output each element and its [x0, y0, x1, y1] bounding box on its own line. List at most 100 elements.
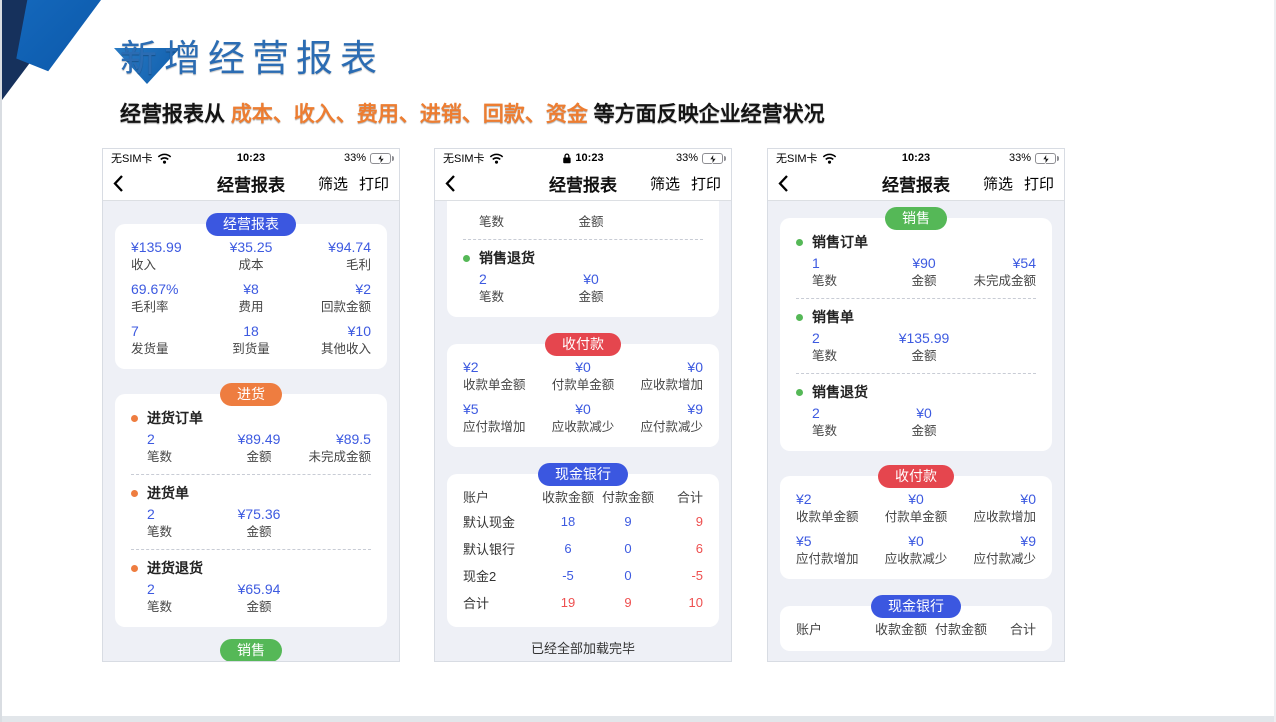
phone-screenshot-3: 无SIM卡 10:23 33% 经营报表 筛选 打印 销售 销售订单 — [767, 148, 1065, 662]
nav-bar: 经营报表 筛选 打印 — [768, 167, 1064, 201]
page-title: 新增经营报表 — [120, 28, 384, 82]
section-payments: 收付款 ¥2收款单金额 ¥0付款单金额 ¥0应收款增加 ¥5应付款增加 ¥0应收… — [780, 465, 1052, 579]
slide-bottom-border — [2, 716, 1274, 722]
battery-percent-label: 33% — [1009, 152, 1031, 164]
stat-cell: ¥10其他收入 — [291, 322, 371, 358]
table-total-row: 合计 19 9 10 — [463, 589, 703, 616]
carrier-label: 无SIM卡 — [111, 150, 153, 166]
bullet-dot-icon — [796, 314, 803, 321]
section-cashbank: 现金银行 账户 收款金额 付款金额 合计 默认现金 18 9 9 — [447, 463, 719, 627]
section-pill-payments: 收付款 — [878, 465, 954, 488]
wifi-icon — [157, 153, 172, 164]
table-row: 默认银行 6 0 6 — [463, 535, 703, 562]
nav-bar: 经营报表 筛选 打印 — [103, 167, 399, 201]
stat-cell: 69.67%毛利率 — [131, 280, 211, 316]
bullet-dot-icon — [131, 490, 138, 497]
dashed-divider — [463, 239, 703, 240]
chevron-left-icon — [113, 174, 124, 193]
bullet-dot-icon — [131, 415, 138, 422]
dashed-divider — [796, 373, 1036, 374]
filter-button[interactable]: 筛选 — [983, 173, 1013, 194]
chevron-left-icon — [445, 174, 456, 193]
sales-card-partial: 笔数 金额 销售退货 2笔数 ¥0金额 — [447, 201, 719, 317]
print-button[interactable]: 打印 — [1024, 173, 1054, 194]
bullet-dot-icon — [131, 565, 138, 572]
purchase-card: 进货订单 2笔数 ¥89.49金额 ¥89.5未完成金额 进货单 2笔数 ¥75… — [115, 394, 387, 627]
battery-charging-icon — [370, 153, 391, 164]
battery-charging-icon — [702, 153, 723, 164]
table-row: 默认现金 18 9 9 — [463, 508, 703, 535]
stat-cell: ¥35.25成本 — [211, 238, 291, 274]
payments-card: ¥2收款单金额 ¥0付款单金额 ¥0应收款增加 ¥5应付款增加 ¥0应收款减少 … — [447, 344, 719, 447]
back-button[interactable] — [445, 174, 467, 193]
section-overview: 经营报表 ¥135.99收入 ¥35.25成本 ¥94.74毛利 69.67%毛… — [115, 213, 387, 369]
section-pill-sales: 销售 — [220, 639, 282, 661]
table-header-row: 账户 收款金额 付款金额 合计 — [796, 616, 1036, 640]
clock-label: 10:23 — [902, 152, 930, 164]
page-subtitle: 经营报表从 成本、收入、费用、进销、回款、资金 等方面反映企业经营状况 — [120, 98, 825, 128]
bullet-dot-icon — [796, 389, 803, 396]
chevron-left-icon — [778, 174, 789, 193]
report-group: 销售订单 1笔数 ¥90金额 ¥54未完成金额 — [796, 232, 1036, 290]
section-pill-payments: 收付款 — [545, 333, 621, 356]
back-button[interactable] — [778, 174, 800, 193]
cashbank-table: 账户 收款金额 付款金额 合计 默认现金 18 9 9 默认银行 6 0 — [447, 474, 719, 627]
table-row: 现金2 -5 0 -5 — [463, 562, 703, 589]
nav-bar: 经营报表 筛选 打印 — [435, 167, 731, 201]
overview-card: ¥135.99收入 ¥35.25成本 ¥94.74毛利 69.67%毛利率 ¥8… — [115, 224, 387, 369]
status-bar: 无SIM卡 10:23 33% — [768, 149, 1064, 167]
section-purchase: 进货 进货订单 2笔数 ¥89.49金额 ¥89.5未完成金额 进货单 — [115, 383, 387, 627]
subtitle-highlight: 成本、收入、费用、进销、回款、资金 — [231, 103, 588, 126]
stat-cell: ¥8费用 — [211, 280, 291, 316]
subtitle-prefix: 经营报表从 — [120, 103, 231, 126]
stat-cell: ¥94.74毛利 — [291, 238, 371, 274]
stat-cell: ¥135.99收入 — [131, 238, 211, 274]
report-group: 进货退货 2笔数 ¥65.94金额 — [131, 558, 371, 616]
report-scroll-area[interactable]: 销售 销售订单 1笔数 ¥90金额 ¥54未完成金额 销售单 — [768, 201, 1064, 661]
filter-button[interactable]: 筛选 — [650, 173, 680, 194]
section-pill-cashbank: 现金银行 — [538, 463, 628, 486]
slide: 新增经营报表 经营报表从 成本、收入、费用、进销、回款、资金 等方面反映企业经营… — [0, 0, 1276, 722]
status-bar: 无SIM卡 10:23 33% — [435, 149, 731, 167]
clock-label: 10:23 — [575, 152, 603, 164]
report-group: 进货单 2笔数 ¥75.36金额 — [131, 483, 371, 541]
bullet-dot-icon — [796, 239, 803, 246]
sales-card: 销售订单 1笔数 ¥90金额 ¥54未完成金额 销售单 2笔数 ¥135.99金… — [780, 218, 1052, 451]
print-button[interactable]: 打印 — [359, 173, 389, 194]
wifi-icon — [822, 153, 837, 164]
section-cashbank-cutoff: 现金银行 账户 收款金额 付款金额 合计 — [780, 595, 1052, 651]
status-bar: 无SIM卡 10:23 33% — [103, 149, 399, 167]
stat-cell: 7发货量 — [131, 322, 211, 358]
section-sales: 销售 销售订单 1笔数 ¥90金额 ¥54未完成金额 销售单 — [780, 207, 1052, 451]
section-sales-cutoff: 销售 — [115, 639, 387, 650]
report-group: 进货订单 2笔数 ¥89.49金额 ¥89.5未完成金额 — [131, 408, 371, 466]
report-scroll-area[interactable]: 笔数 金额 销售退货 2笔数 ¥0金额 — [435, 201, 731, 661]
lock-icon — [562, 153, 571, 164]
carrier-label: 无SIM卡 — [776, 150, 818, 166]
report-group: 销售单 2笔数 ¥135.99金额 — [796, 307, 1036, 365]
stat-cell: ¥2回款金额 — [291, 280, 371, 316]
section-pill-purchase: 进货 — [220, 383, 282, 406]
battery-percent-label: 33% — [676, 152, 698, 164]
back-button[interactable] — [113, 174, 135, 193]
phone-screenshot-2: 无SIM卡 10:23 33% 经营报表 筛选 打印 — [434, 148, 732, 662]
dashed-divider — [796, 298, 1036, 299]
phone-screenshot-1: 无SIM卡 10:23 33% 经营报表 筛选 打印 经营报表 ¥135 — [102, 148, 400, 662]
nav-title: 经营报表 — [217, 171, 285, 196]
nav-title: 经营报表 — [882, 171, 950, 196]
table-header-row: 账户 收款金额 付款金额 合计 — [463, 484, 703, 508]
clock-label: 10:23 — [237, 152, 265, 164]
nav-title: 经营报表 — [549, 171, 617, 196]
report-group: 销售退货 2笔数 ¥0金额 — [796, 382, 1036, 440]
bullet-dot-icon — [463, 255, 470, 262]
dashed-divider — [131, 474, 371, 475]
wifi-icon — [489, 153, 504, 164]
stat-cell: 18到货量 — [211, 322, 291, 358]
report-scroll-area[interactable]: 经营报表 ¥135.99收入 ¥35.25成本 ¥94.74毛利 69.67%毛… — [103, 201, 399, 661]
load-complete-text: 已经全部加载完毕 — [435, 638, 731, 657]
carrier-label: 无SIM卡 — [443, 150, 485, 166]
print-button[interactable]: 打印 — [691, 173, 721, 194]
filter-button[interactable]: 筛选 — [318, 173, 348, 194]
section-payments: 收付款 ¥2收款单金额 ¥0付款单金额 ¥0应收款增加 ¥5应付款增加 ¥0应收… — [447, 333, 719, 447]
section-pill-cashbank: 现金银行 — [871, 595, 961, 618]
